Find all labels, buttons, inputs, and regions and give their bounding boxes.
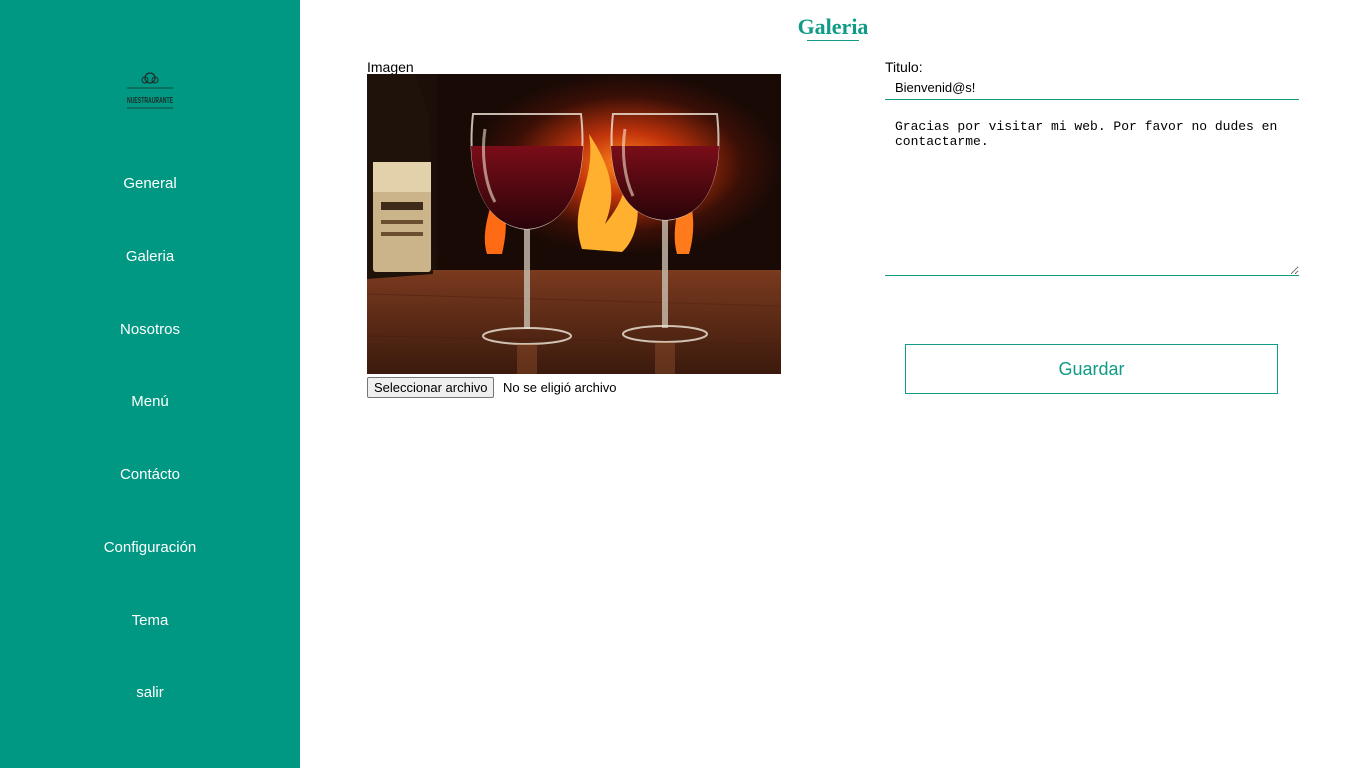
sidebar-item-salir[interactable]: salir [0,684,300,702]
save-button[interactable]: Guardar [905,344,1278,394]
sidebar-item-label: Menú [131,393,169,410]
body-textarea[interactable]: Gracias por visitar mi web. Por favor no… [885,112,1299,276]
sidebar-item-label: Contácto [119,466,181,483]
sidebar-item-label: General [123,175,177,192]
image-label: Imagen [367,59,414,75]
main-content: Galeria Imagen Seleccionar archivo No se… [300,0,1366,768]
title-underline [807,40,859,41]
sidebar-item-label: Configuración [103,539,197,556]
sidebar: NUESTRAURANTE General Galeria Nosotros M… [0,0,300,768]
sidebar-item-label: Nosotros [119,321,181,338]
sidebar-item-contacto[interactable]: Contácto [0,466,300,484]
logo-text: NUESTRAURANTE [127,95,173,105]
title-label: Titulo: [885,59,923,75]
page-title: Galeria [797,14,869,39]
sidebar-item-label: Galeria [125,248,175,265]
sidebar-item-general[interactable]: General [0,175,300,193]
file-status-text: No se eligió archivo [503,380,617,395]
file-select-button[interactable]: Seleccionar archivo [367,377,495,398]
sidebar-item-galeria[interactable]: Galeria [0,248,300,266]
title-input[interactable] [885,76,1299,100]
sidebar-item-tema[interactable]: Tema [0,612,300,630]
sidebar-item-menu[interactable]: Menú [0,393,300,411]
sidebar-item-configuracion[interactable]: Configuración [0,539,300,557]
sidebar-item-nosotros[interactable]: Nosotros [0,321,300,339]
sidebar-item-label: Tema [131,612,169,629]
restaurant-logo-icon[interactable]: NUESTRAURANTE [125,68,175,114]
gallery-image-preview [367,74,781,374]
sidebar-item-label: salir [136,684,164,701]
